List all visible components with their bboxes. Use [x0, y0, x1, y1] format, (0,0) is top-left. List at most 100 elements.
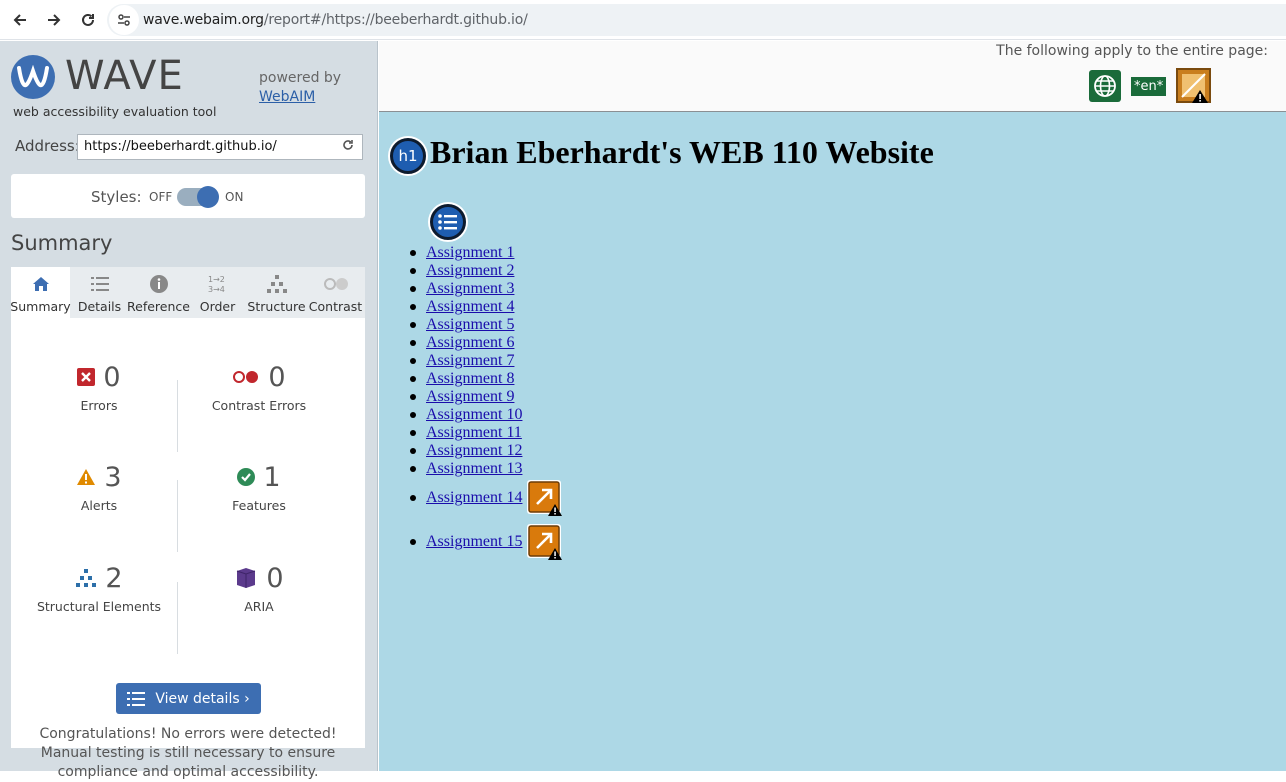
- site-info-icon[interactable]: [109, 5, 139, 35]
- url-text: wave.webaim.org/report#/https://beeberha…: [143, 12, 528, 28]
- contrast-error-icon: [233, 371, 259, 383]
- tab-summary-label: Summary: [10, 299, 71, 314]
- panel-tabs: Summary Details Reference 1→2 3→4 Order S…: [10, 267, 365, 318]
- refresh-address-icon[interactable]: [341, 138, 355, 155]
- assignment-link[interactable]: Assignment 5: [426, 316, 514, 333]
- assignment-link[interactable]: Assignment 14: [426, 489, 522, 506]
- reload-button[interactable]: [72, 4, 104, 36]
- wave-logo-icon: [11, 55, 55, 99]
- assignment-link[interactable]: Assignment 13: [426, 460, 522, 477]
- wave-logo-word: WAVE: [65, 53, 184, 99]
- assignment-link[interactable]: Assignment 15: [426, 533, 522, 550]
- styles-label: Styles:: [91, 188, 142, 206]
- assignment-link[interactable]: Assignment 10: [426, 406, 522, 423]
- alerts-count: 3: [104, 461, 122, 493]
- list-item: Assignment 3: [410, 280, 522, 298]
- list-icon: [90, 273, 110, 295]
- tab-structure-label: Structure: [247, 299, 306, 314]
- features-count: 1: [263, 461, 281, 493]
- aria-cube-icon: [237, 568, 256, 588]
- errors-count: 0: [103, 361, 121, 393]
- tab-summary[interactable]: Summary: [10, 267, 71, 318]
- contrast-icon: [323, 273, 349, 295]
- home-icon: [32, 273, 50, 295]
- error-icon: [77, 368, 96, 386]
- tab-structure[interactable]: Structure: [247, 267, 306, 318]
- entire-page-label: The following apply to the entire page:: [996, 43, 1268, 59]
- language-badge[interactable]: *en*: [1131, 76, 1167, 96]
- assignment-link[interactable]: Assignment 1: [426, 244, 514, 261]
- list-item: Assignment 14: [410, 478, 562, 522]
- assignment-link[interactable]: Assignment 12: [426, 442, 522, 459]
- tab-contrast[interactable]: Contrast: [306, 267, 365, 318]
- summary-heading: Summary: [11, 231, 113, 255]
- list-item: Assignment 12: [410, 442, 522, 460]
- errors-stat[interactable]: 0 Errors: [16, 360, 182, 413]
- forward-button[interactable]: [38, 4, 70, 36]
- assignment-link[interactable]: Assignment 4: [426, 298, 514, 315]
- structural-stat[interactable]: 2 Structural Elements: [16, 561, 182, 615]
- structure-icon: [266, 273, 288, 295]
- assignment-link[interactable]: Assignment 6: [426, 334, 514, 351]
- address-input[interactable]: https://beeberhardt.github.io/: [77, 134, 363, 160]
- language-globe-icon[interactable]: [1089, 70, 1121, 102]
- contrast-errors-stat[interactable]: 0 Contrast Errors: [176, 360, 342, 414]
- list-item: Assignment 7: [410, 352, 522, 370]
- aria-stat[interactable]: 0 ARIA: [176, 561, 342, 614]
- list-item: Assignment 5: [410, 316, 522, 334]
- svg-text:3→4: 3→4: [208, 285, 225, 294]
- contrast-errors-label: Contrast Errors: [211, 398, 307, 413]
- structure-icon: [76, 569, 97, 587]
- tab-order-label: Order: [199, 299, 236, 314]
- assignment-link[interactable]: Assignment 11: [426, 424, 522, 441]
- view-details-label: View details ›: [155, 690, 250, 707]
- address-bar[interactable]: wave.webaim.org/report#/https://beeberha…: [107, 4, 1286, 36]
- page-alert-icon[interactable]: [1176, 68, 1212, 104]
- tab-details-label: Details: [77, 299, 122, 314]
- contrast-errors-count: 0: [268, 361, 286, 393]
- arrow-left-icon: [13, 13, 26, 26]
- assignment-link[interactable]: Assignment 2: [426, 262, 514, 279]
- page-title: Brian Eberhardt's WEB 110 Website: [430, 134, 934, 170]
- assignment-link[interactable]: Assignment 7: [426, 352, 514, 369]
- back-button[interactable]: [4, 4, 36, 36]
- reload-icon: [82, 13, 94, 26]
- list-item: Assignment 6: [410, 334, 522, 352]
- features-stat[interactable]: 1 Features: [176, 460, 342, 514]
- tab-order[interactable]: 1→2 3→4 Order: [188, 267, 247, 318]
- assignment-link[interactable]: Assignment 8: [426, 370, 514, 387]
- link-alert-icon[interactable]: [526, 479, 564, 517]
- styles-off-label: OFF: [149, 190, 173, 204]
- svg-text:1→2: 1→2: [208, 275, 225, 284]
- styles-on-label: ON: [225, 190, 244, 204]
- assignment-link[interactable]: Assignment 3: [426, 280, 514, 297]
- page-level-strip: The following apply to the entire page: …: [379, 41, 1286, 112]
- tab-reference[interactable]: Reference: [127, 267, 190, 318]
- errors-label: Errors: [80, 398, 118, 413]
- styles-toggle-knob[interactable]: [197, 186, 219, 208]
- page-level-icons: *en*: [1089, 68, 1212, 104]
- congrats-message: Congratulations! No errors were detected…: [39, 726, 337, 780]
- view-details-button[interactable]: View details ›: [116, 683, 261, 714]
- alerts-stat[interactable]: 3 Alerts: [16, 460, 182, 513]
- list-item: Assignment 9: [410, 388, 522, 406]
- structural-label: Structural Elements: [36, 599, 162, 614]
- assignment-list: Assignment 1 Assignment 2 Assignment 3 A…: [410, 244, 562, 566]
- features-label: Features: [232, 498, 286, 513]
- list-item: Assignment 13: [410, 460, 522, 478]
- assignment-link[interactable]: Assignment 9: [426, 388, 514, 405]
- h1-badge-icon[interactable]: h1: [390, 138, 426, 174]
- link-alert-icon[interactable]: [526, 523, 564, 561]
- aria-label: ARIA: [244, 599, 274, 614]
- unordered-list-icon[interactable]: [430, 204, 466, 240]
- tab-details[interactable]: Details: [70, 267, 129, 318]
- alert-triangle-icon: [77, 469, 96, 485]
- browser-toolbar: wave.webaim.org/report#/https://beeberha…: [0, 0, 1286, 40]
- order-icon: 1→2 3→4: [207, 273, 229, 295]
- report-content: h1 Brian Eberhardt's WEB 110 Website Ass…: [379, 112, 1286, 771]
- arrow-right-icon: [48, 13, 61, 26]
- address-label: Address:: [15, 137, 80, 155]
- aria-count: 0: [266, 562, 284, 594]
- styles-toggle-box: Styles: OFF ON: [11, 174, 365, 218]
- webaim-link[interactable]: WebAIM: [259, 89, 315, 105]
